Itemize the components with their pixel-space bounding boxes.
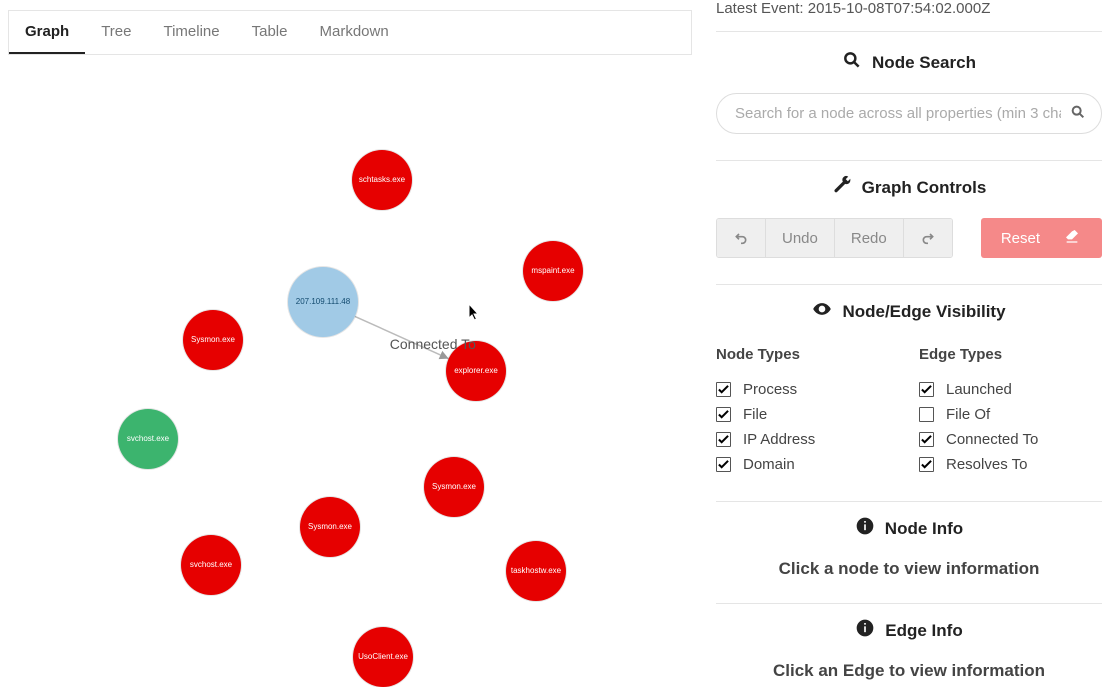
tab-markdown[interactable]: Markdown bbox=[303, 11, 404, 54]
graph-edge-label: Connected To bbox=[390, 336, 476, 352]
edge-types-heading: Edge Types bbox=[919, 346, 1102, 363]
graph-node[interactable]: svchost.exe bbox=[181, 535, 241, 595]
graph-node-label: Sysmon.exe bbox=[308, 523, 352, 532]
undo-redo-group: Undo Redo bbox=[716, 218, 953, 258]
latest-event-value: 2015-10-08T07:54:02.000Z bbox=[808, 0, 991, 17]
checkbox-domain[interactable]: Domain bbox=[716, 452, 899, 477]
checkbox-box bbox=[716, 382, 731, 397]
graph-node-label: 207.109.111.48 bbox=[296, 298, 350, 307]
graph-node-label: Sysmon.exe bbox=[432, 483, 476, 492]
checkbox-box bbox=[919, 407, 934, 422]
undo-button[interactable]: Undo bbox=[765, 219, 834, 257]
search-submit-icon[interactable] bbox=[1070, 104, 1086, 124]
checkbox-label: Domain bbox=[743, 456, 795, 473]
info-icon bbox=[855, 516, 875, 541]
info-icon bbox=[855, 618, 875, 643]
checkbox-file[interactable]: File bbox=[716, 402, 899, 427]
graph-controls-title: Graph Controls bbox=[716, 175, 1102, 200]
checkbox-box bbox=[919, 382, 934, 397]
node-info-title: Node Info bbox=[716, 516, 1102, 541]
checkbox-connected-to[interactable]: Connected To bbox=[919, 427, 1102, 452]
node-search-input[interactable] bbox=[716, 93, 1102, 134]
checkbox-file-of[interactable]: File Of bbox=[919, 402, 1102, 427]
graph-node[interactable]: mspaint.exe bbox=[523, 241, 583, 301]
graph-node[interactable]: Sysmon.exe bbox=[183, 310, 243, 370]
checkbox-label: Connected To bbox=[946, 431, 1038, 448]
wrench-icon bbox=[832, 175, 852, 200]
checkbox-box bbox=[716, 457, 731, 472]
mouse-cursor-icon bbox=[468, 303, 482, 323]
edge-types-col: Edge Types Launched File Of Connected To Re… bbox=[919, 346, 1102, 477]
checkbox-label: File bbox=[743, 406, 767, 423]
node-info-title-text: Node Info bbox=[885, 519, 963, 539]
graph-node-label: mspaint.exe bbox=[531, 267, 574, 276]
node-types-heading: Node Types bbox=[716, 346, 899, 363]
checkbox-launched[interactable]: Launched bbox=[919, 377, 1102, 402]
search-icon bbox=[842, 50, 862, 75]
eye-icon bbox=[812, 299, 832, 324]
reset-button[interactable]: Reset bbox=[981, 218, 1102, 258]
graph-node[interactable]: 207.109.111.48 bbox=[288, 267, 358, 337]
edge-info-title-text: Edge Info bbox=[885, 621, 962, 641]
checkbox-process[interactable]: Process bbox=[716, 377, 899, 402]
checkbox-ip-address[interactable]: IP Address bbox=[716, 427, 899, 452]
checkbox-label: File Of bbox=[946, 406, 990, 423]
graph-node[interactable]: Sysmon.exe bbox=[300, 497, 360, 557]
visibility-title-text: Node/Edge Visibility bbox=[842, 302, 1005, 322]
graph-node[interactable]: Sysmon.exe bbox=[424, 457, 484, 517]
graph-node[interactable]: taskhostw.exe bbox=[506, 541, 566, 601]
redo-button[interactable]: Redo bbox=[834, 219, 903, 257]
graph-node[interactable]: svchost.exe bbox=[118, 409, 178, 469]
checkbox-box bbox=[716, 432, 731, 447]
graph-node[interactable]: UsoClient.exe bbox=[353, 627, 413, 687]
tab-table[interactable]: Table bbox=[236, 11, 304, 54]
checkbox-label: Resolves To bbox=[946, 456, 1027, 473]
tab-graph[interactable]: Graph bbox=[9, 11, 85, 54]
graph-node[interactable]: schtasks.exe bbox=[352, 150, 412, 210]
node-types-col: Node Types Process File IP Address Domain bbox=[716, 346, 899, 477]
checkbox-label: IP Address bbox=[743, 431, 815, 448]
reset-button-label: Reset bbox=[1001, 230, 1040, 247]
eraser-icon bbox=[1064, 228, 1080, 248]
graph-node-label: taskhostw.exe bbox=[511, 567, 561, 576]
checkbox-resolves-to[interactable]: Resolves To bbox=[919, 452, 1102, 477]
latest-event-label: Latest Event: bbox=[716, 0, 804, 17]
checkbox-label: Process bbox=[743, 381, 797, 398]
edge-info-title: Edge Info bbox=[716, 618, 1102, 643]
node-info-placeholder: Click a node to view information bbox=[716, 559, 1102, 579]
latest-event: Latest Event: 2015-10-08T07:54:02.000Z bbox=[716, 0, 1102, 32]
graph-node-label: Sysmon.exe bbox=[191, 336, 235, 345]
checkbox-box bbox=[716, 407, 731, 422]
graph-node-label: explorer.exe bbox=[454, 367, 498, 376]
undo-icon-button[interactable] bbox=[717, 219, 765, 257]
graph-node-label: svchost.exe bbox=[127, 435, 169, 444]
graph-node-label: UsoClient.exe bbox=[358, 653, 408, 662]
visibility-title: Node/Edge Visibility bbox=[716, 299, 1102, 324]
graph-canvas[interactable]: schtasks.exe mspaint.exe 207.109.111.48 Sys… bbox=[8, 55, 692, 655]
graph-node-label: schtasks.exe bbox=[359, 176, 405, 185]
graph-controls-title-text: Graph Controls bbox=[862, 178, 987, 198]
checkbox-box bbox=[919, 457, 934, 472]
checkbox-label: Launched bbox=[946, 381, 1012, 398]
tab-tree[interactable]: Tree bbox=[85, 11, 147, 54]
redo-icon-button[interactable] bbox=[903, 219, 952, 257]
tab-timeline[interactable]: Timeline bbox=[147, 11, 235, 54]
edge-info-placeholder: Click an Edge to view information bbox=[716, 661, 1102, 681]
graph-node-label: svchost.exe bbox=[190, 561, 232, 570]
node-search-title: Node Search bbox=[716, 50, 1102, 75]
node-search-title-text: Node Search bbox=[872, 53, 976, 73]
view-tabs: GraphTreeTimelineTableMarkdown bbox=[8, 10, 692, 55]
checkbox-box bbox=[919, 432, 934, 447]
